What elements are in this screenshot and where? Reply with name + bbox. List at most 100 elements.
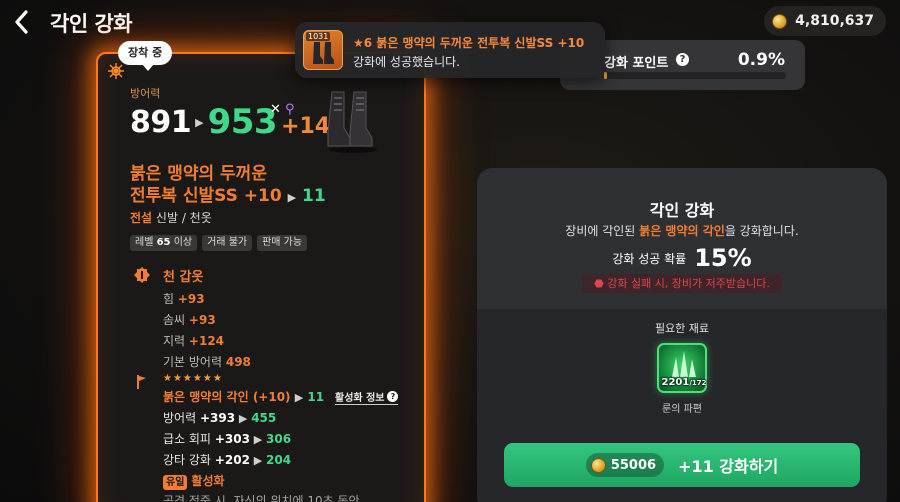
stat-row: 기본 방어력 498 (163, 352, 251, 373)
subtitle-suffix: 을 강화합니다. (724, 224, 799, 238)
engraving-stars: ★★★★★★ (163, 373, 223, 384)
stat-to: 306 (266, 432, 292, 446)
curse-warning: ⬣ 강화 실패 시, 장비가 저주받습니다. (582, 274, 782, 293)
boots-item-icon (327, 91, 377, 153)
chip-level-suffix: 이상 (173, 237, 193, 248)
arrow-icon: ▶ (253, 454, 263, 467)
success-rate-value: 15% (694, 244, 752, 272)
enhance-point-label: 강화 포인트 (604, 56, 669, 71)
item-chips: 레벨 65 이상 거래 불가 판매 가능 (130, 235, 308, 251)
unique-tag: 유일 (163, 475, 188, 490)
item-next-level: 11 (301, 186, 326, 206)
stat-name: 강타 강화 (163, 453, 211, 467)
back-arrow-icon[interactable] (10, 8, 34, 36)
enhance-cost: 55006 (585, 453, 665, 477)
gold-coin-icon (590, 457, 606, 473)
stat-name: 지력 (163, 334, 186, 348)
material-name: 룬의 파편 (662, 404, 702, 415)
stat-new-value: 953 (207, 102, 278, 142)
engraving-next-level: 11 (307, 390, 325, 404)
stat-from: +393 (199, 411, 236, 425)
class-icons: ✕ ⚲ (270, 102, 295, 117)
stat-row: 강타 강화 +202 ▶ 204 (163, 450, 360, 471)
enhance-button-label: +11 강화하기 (678, 457, 779, 476)
toast-message: 강화에 성공했습니다. (353, 55, 460, 69)
curse-warning-text: 강화 실패 시, 장비가 저주받습니다. (607, 277, 770, 290)
enhance-button[interactable]: 55006 +11 강화하기 (504, 443, 860, 487)
arrow-icon: ▶ (294, 391, 304, 404)
stat-name: 방어력 (163, 411, 197, 425)
gold-currency: 4,810,637 (764, 6, 886, 36)
stat-row: 지력 +124 (163, 331, 251, 352)
armor-stats: 힘 +93 솜씨 +93 지력 +124 기본 방어력 498 (163, 289, 251, 373)
stat-to: 455 (251, 411, 277, 425)
stat-name: 급소 회피 (163, 432, 211, 446)
help-icon: ? (387, 391, 399, 402)
success-rate-label: 강화 성공 확률 (612, 251, 687, 266)
armor-gear-icon (134, 267, 150, 283)
stat-from: +303 (214, 432, 250, 446)
chip-trade: 거래 불가 (202, 235, 253, 251)
material-title: 필요한 재료 (654, 322, 710, 335)
subtitle-highlight: 붉은 맹약의 각인 (639, 224, 725, 238)
page-title: 각인 강화 (50, 12, 133, 36)
stat-value: +93 (188, 313, 216, 327)
warning-icon: ⬣ (594, 277, 604, 290)
boots-item-thumbnail: 1031 (303, 30, 343, 70)
stat-row: 힘 +93 (163, 289, 251, 310)
chip-level-prefix: 레벨 (135, 237, 154, 248)
gold-amount: 4,810,637 (795, 13, 874, 29)
unique-row: 유일 활성화 (163, 471, 360, 491)
rune-shard-icon (672, 351, 696, 377)
unique-name: 활성화 (191, 474, 225, 488)
crossed-swords-icon: ✕ (270, 102, 281, 117)
stat-from: +202 (214, 453, 250, 467)
hanger-icon: ⚲ (285, 102, 295, 117)
enhance-point-value: 0.9% (737, 50, 785, 70)
material-required: /172 (689, 379, 707, 387)
item-name: 붉은 맹약의 두꺼운 전투복 신발SS +10 ▶ 11 (130, 163, 326, 209)
help-icon[interactable]: ? (676, 53, 689, 66)
item-tier-line: 전설 신발 / 천옷 (130, 209, 212, 226)
knot-emblem-icon (108, 63, 124, 79)
item-name-line1: 붉은 맹약의 두꺼운 (130, 164, 267, 184)
toast-item-name: ★6 붉은 맹약의 두꺼운 전투복 신발SS +10 (353, 36, 585, 50)
material-count-row: 2201/172 (659, 377, 709, 388)
stat-row: 방어력 +393 ▶ 455 (163, 408, 360, 429)
gold-coin-icon (772, 13, 788, 29)
equipped-tag: 장착 중 (118, 41, 173, 71)
item-name-line2: 전투복 신발SS +10 (130, 186, 282, 206)
stat-base-value: 891 (130, 104, 192, 140)
enhance-panel: 각인 강화 장비에 각인된 붉은 맹약의 각인을 강화합니다. 강화 성공 확률… (477, 168, 887, 502)
engraving-description: 공격 적중 시, 자신의 위치에 10초 동안 (163, 494, 360, 502)
chip-level: 레벨 65 이상 (130, 235, 198, 251)
chip-level-value: 65 (156, 237, 171, 248)
rune-shard-material[interactable]: 2201/172 (657, 343, 707, 393)
item-name-line2-row: 전투복 신발SS +10 ▶ 11 (130, 185, 326, 209)
stat-row: 솜씨 +93 (163, 310, 251, 331)
stat-value: +93 (177, 292, 205, 306)
stat-row: 급소 회피 +303 ▶ 306 (163, 429, 360, 450)
item-type: 신발 / 천옷 (155, 211, 212, 225)
enhance-point-bar (604, 72, 786, 79)
arrow-icon: ▶ (287, 191, 297, 204)
stat-values: 891 ▶ 953 +140 (130, 102, 345, 142)
engraving-stats: 방어력 +393 ▶ 455 급소 회피 +303 ▶ 306 강타 강화 +2… (163, 408, 360, 502)
engraving-flag-icon (137, 375, 146, 389)
armor-section-title: 천 갑옷 (163, 270, 204, 285)
arrow-icon: ▶ (253, 433, 263, 446)
subtitle-prefix: 장비에 각인된 (565, 224, 640, 238)
activation-info-link[interactable]: 활성화 정보? (335, 389, 399, 405)
activation-info-label: 활성화 정보 (335, 393, 385, 404)
stat-value: 498 (225, 355, 251, 369)
engraving-title: 붉은 맹약의 각인 (+10) (163, 390, 291, 404)
engraving-title-row: 붉은 맹약의 각인 (+10) ▶ 11 (163, 388, 324, 405)
boots-icon (313, 42, 334, 64)
material-count: 2201 (661, 377, 690, 388)
enhance-point-bar-fill (604, 72, 607, 79)
enhance-panel-title: 각인 강화 (649, 201, 715, 220)
enhance-panel-subtitle: 장비에 각인된 붉은 맹약의 각인을 강화합니다. (477, 222, 887, 239)
arrow-icon: ▶ (238, 412, 248, 425)
stat-name: 힘 (163, 292, 175, 306)
arrow-icon: ▶ (195, 115, 204, 129)
